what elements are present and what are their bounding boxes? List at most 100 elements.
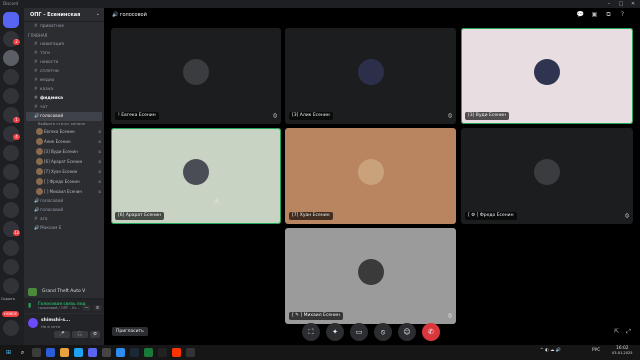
server-icon[interactable] bbox=[3, 202, 19, 218]
close-icon[interactable]: ✕ bbox=[628, 0, 638, 8]
participant-tile[interactable]: ! Евгека Есенин ⦸ bbox=[111, 28, 281, 124]
browser-icon[interactable] bbox=[172, 348, 181, 357]
minimize-icon[interactable]: – bbox=[604, 0, 614, 8]
user-name: shimshi-s... bbox=[41, 318, 71, 323]
muted-icon: ⦸ bbox=[448, 112, 452, 119]
camera-off-icon[interactable]: ⛶ bbox=[302, 323, 320, 341]
language-indicator[interactable]: РУС bbox=[592, 348, 600, 353]
home-icon[interactable] bbox=[3, 12, 19, 28]
avatar[interactable] bbox=[28, 318, 38, 328]
server-icon[interactable] bbox=[3, 50, 19, 66]
guild-header[interactable]: ОПГ - Есенинская ⌄ bbox=[24, 8, 104, 22]
channel-item[interactable]: 🔊голосовой bbox=[26, 197, 102, 206]
clock[interactable]: 16:02 03.01.2025 bbox=[612, 346, 633, 355]
mic-muted-icon[interactable]: ⦸ bbox=[374, 323, 392, 341]
search-icon[interactable]: ⌕ bbox=[18, 348, 27, 357]
invite-button[interactable]: Пригласить bbox=[112, 327, 148, 336]
participant-tile[interactable]: [3] Вуди Есенин bbox=[461, 28, 633, 124]
channel-item[interactable]: # казна bbox=[26, 85, 102, 94]
steam-icon[interactable] bbox=[130, 348, 139, 357]
participant-name: [3] Алик Есенин bbox=[289, 112, 333, 120]
maximize-icon[interactable]: □ bbox=[616, 0, 626, 8]
popout-icon[interactable]: ⇱ bbox=[612, 328, 621, 335]
avatar bbox=[534, 159, 560, 185]
app-icon[interactable] bbox=[144, 348, 153, 357]
hide-label[interactable]: Скрыть bbox=[1, 297, 15, 301]
noise-suppression-icon[interactable]: 〰 bbox=[82, 305, 91, 311]
disconnect-icon[interactable]: ✆ bbox=[93, 305, 102, 311]
app-icon[interactable] bbox=[102, 348, 111, 357]
channel-item[interactable]: # приватное bbox=[26, 22, 102, 31]
server-icon[interactable] bbox=[3, 183, 19, 199]
voice-user[interactable]: [3] Вуди Есенин ⦸ bbox=[24, 147, 104, 157]
participant-tile[interactable]: [6] Арарат Есенин bbox=[111, 128, 281, 224]
avatar bbox=[36, 138, 43, 145]
app-icon[interactable] bbox=[74, 348, 83, 357]
channel-item[interactable]: # фидмика bbox=[26, 94, 102, 103]
server-icon[interactable] bbox=[3, 259, 19, 275]
voice-location[interactable]: голосовой / ОПГ - Ес... bbox=[24, 306, 104, 310]
app-icon[interactable] bbox=[46, 348, 55, 357]
participant-tile[interactable]: [ ✎ ] Михаил Есенин ⦸ bbox=[285, 228, 456, 324]
server-icon[interactable] bbox=[3, 240, 19, 256]
channel-item[interactable]: # навигация bbox=[26, 40, 102, 49]
channel-item[interactable]: 🔊Максим Е bbox=[26, 224, 102, 233]
voice-user[interactable]: [ ] Фредо Есенин ⦸ bbox=[24, 177, 104, 187]
fullscreen-icon[interactable]: ⤢ bbox=[624, 328, 633, 336]
start-icon[interactable]: ⊞ bbox=[4, 348, 13, 357]
channel-item[interactable]: # новости bbox=[26, 58, 102, 67]
server-icon[interactable] bbox=[3, 278, 19, 294]
app-icon[interactable] bbox=[32, 348, 41, 357]
channel-list: # навигация # тэги # новости # сплетни # медиа # ка… bbox=[24, 40, 104, 112]
voice-user-name: [ ] Михаил Есенин bbox=[44, 189, 82, 194]
server-icon[interactable] bbox=[3, 145, 19, 161]
server-icon[interactable] bbox=[3, 164, 19, 180]
screen-share-icon[interactable]: ▭ bbox=[350, 323, 368, 341]
deafened-icon: ⦸ bbox=[98, 169, 101, 174]
channel-item[interactable]: # чат bbox=[26, 103, 102, 112]
chat-icon[interactable]: 💬 bbox=[576, 11, 585, 18]
channel-item[interactable]: # медиа bbox=[26, 76, 102, 85]
voice-user[interactable]: [6] Арарат Есенин ⦸ bbox=[24, 157, 104, 167]
server-icon[interactable] bbox=[3, 88, 19, 104]
participant-tile[interactable]: [3] Алик Есенин ⦸ bbox=[285, 28, 456, 124]
stage-header: 🔊 голосовой bbox=[104, 8, 640, 24]
deafened-icon: ⦸ bbox=[273, 112, 277, 119]
channel-item[interactable]: # сплетни bbox=[26, 67, 102, 76]
inbox-icon[interactable]: ▣ bbox=[590, 11, 599, 18]
avatar bbox=[36, 188, 43, 195]
help-icon[interactable]: ? bbox=[618, 11, 627, 18]
mic-icon[interactable]: 🎤 bbox=[54, 331, 70, 338]
popout-icon[interactable]: ⧉ bbox=[604, 11, 613, 19]
channel-title: голосовой bbox=[119, 12, 147, 18]
channel-label: тэги bbox=[40, 51, 50, 56]
voice-user[interactable]: Евгека Есенин ⦸ bbox=[24, 127, 104, 137]
channel-item[interactable]: 🔊голосовой bbox=[26, 206, 102, 215]
activities-icon[interactable]: ✦ bbox=[326, 323, 344, 341]
deafened-icon: ⦸ bbox=[625, 212, 629, 219]
channel-item[interactable]: # ага bbox=[26, 215, 102, 224]
voice-user[interactable]: Алик Есенин ⦸ bbox=[24, 137, 104, 147]
gear-icon[interactable]: ⚙ bbox=[90, 331, 100, 338]
voice-channel-label: голосовой bbox=[40, 114, 64, 119]
disconnect-button[interactable]: ✆ bbox=[422, 323, 440, 341]
participant-tile[interactable]: [ ⚙ ] Фредо Есенин ⦸ bbox=[461, 128, 633, 224]
voice-channel[interactable]: 🔊голосовой bbox=[26, 112, 102, 121]
deafened-icon: ⦸ bbox=[98, 139, 101, 144]
app-icon[interactable] bbox=[116, 348, 125, 357]
participant-tile[interactable]: [7] Хуан Есенин bbox=[285, 128, 456, 224]
voice-user[interactable]: [7] Хуан Есенин ⦸ bbox=[24, 167, 104, 177]
channel-item[interactable]: # тэги bbox=[26, 49, 102, 58]
category-label[interactable]: ГЛАВНАЯ bbox=[24, 31, 104, 40]
server-icon[interactable] bbox=[3, 69, 19, 85]
mention-badge: 2 bbox=[13, 39, 20, 45]
discord-icon[interactable] bbox=[88, 348, 97, 357]
app-icon[interactable] bbox=[186, 348, 195, 357]
headphones-icon[interactable]: 🎧 bbox=[72, 331, 88, 338]
app-icon[interactable] bbox=[158, 348, 167, 357]
soundboard-icon[interactable]: ☺ bbox=[398, 323, 416, 341]
server-icon[interactable] bbox=[3, 320, 19, 336]
folder-icon[interactable] bbox=[60, 348, 69, 357]
tray-icons[interactable]: ^ ◐ ☁ 🔊 bbox=[540, 348, 561, 353]
voice-user[interactable]: [ ] Михаил Есенин ⦸ bbox=[24, 187, 104, 197]
